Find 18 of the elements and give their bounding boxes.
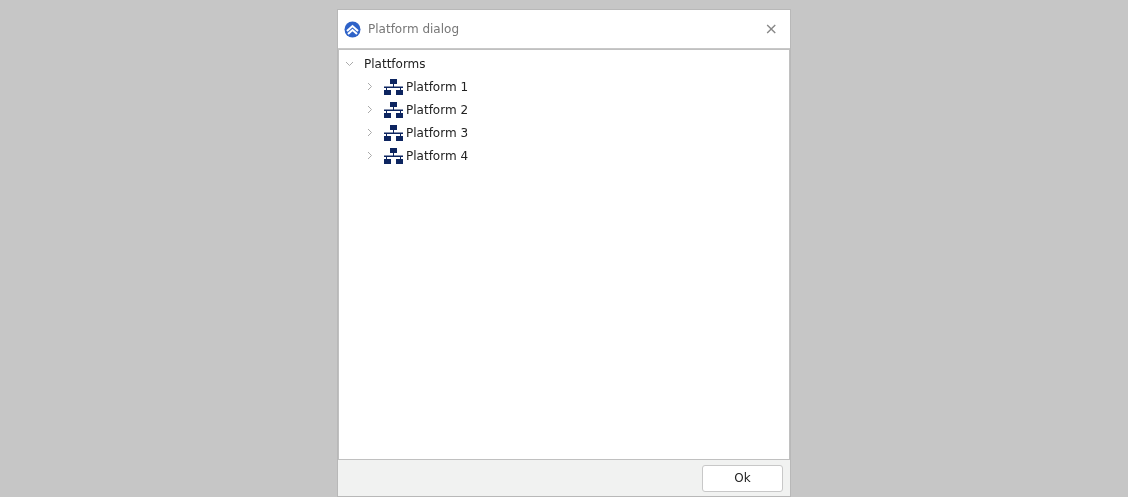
tree-item[interactable]: Platform 1 (406, 77, 469, 96)
window-title: Platform dialog (368, 21, 460, 38)
chevron-right-icon[interactable] (365, 105, 374, 114)
ok-button[interactable]: Ok (702, 464, 783, 492)
network-icon (384, 147, 403, 164)
tree-item[interactable]: Platform 3 (406, 123, 469, 142)
tree-item[interactable]: Plattforms (364, 54, 426, 73)
close-button[interactable]: × (764, 21, 778, 37)
chevron-right-icon[interactable] (365, 151, 374, 160)
chevron-right-icon[interactable] (365, 82, 374, 91)
network-icon (384, 101, 403, 118)
tree-item[interactable]: Platform 4 (406, 146, 469, 165)
chevron-right-icon[interactable] (365, 128, 374, 137)
tree-item[interactable]: Platform 2 (406, 100, 469, 119)
network-icon (384, 124, 403, 141)
app-logo-icon (344, 20, 361, 38)
network-icon (384, 78, 403, 95)
chevron-down-icon[interactable] (345, 59, 354, 68)
